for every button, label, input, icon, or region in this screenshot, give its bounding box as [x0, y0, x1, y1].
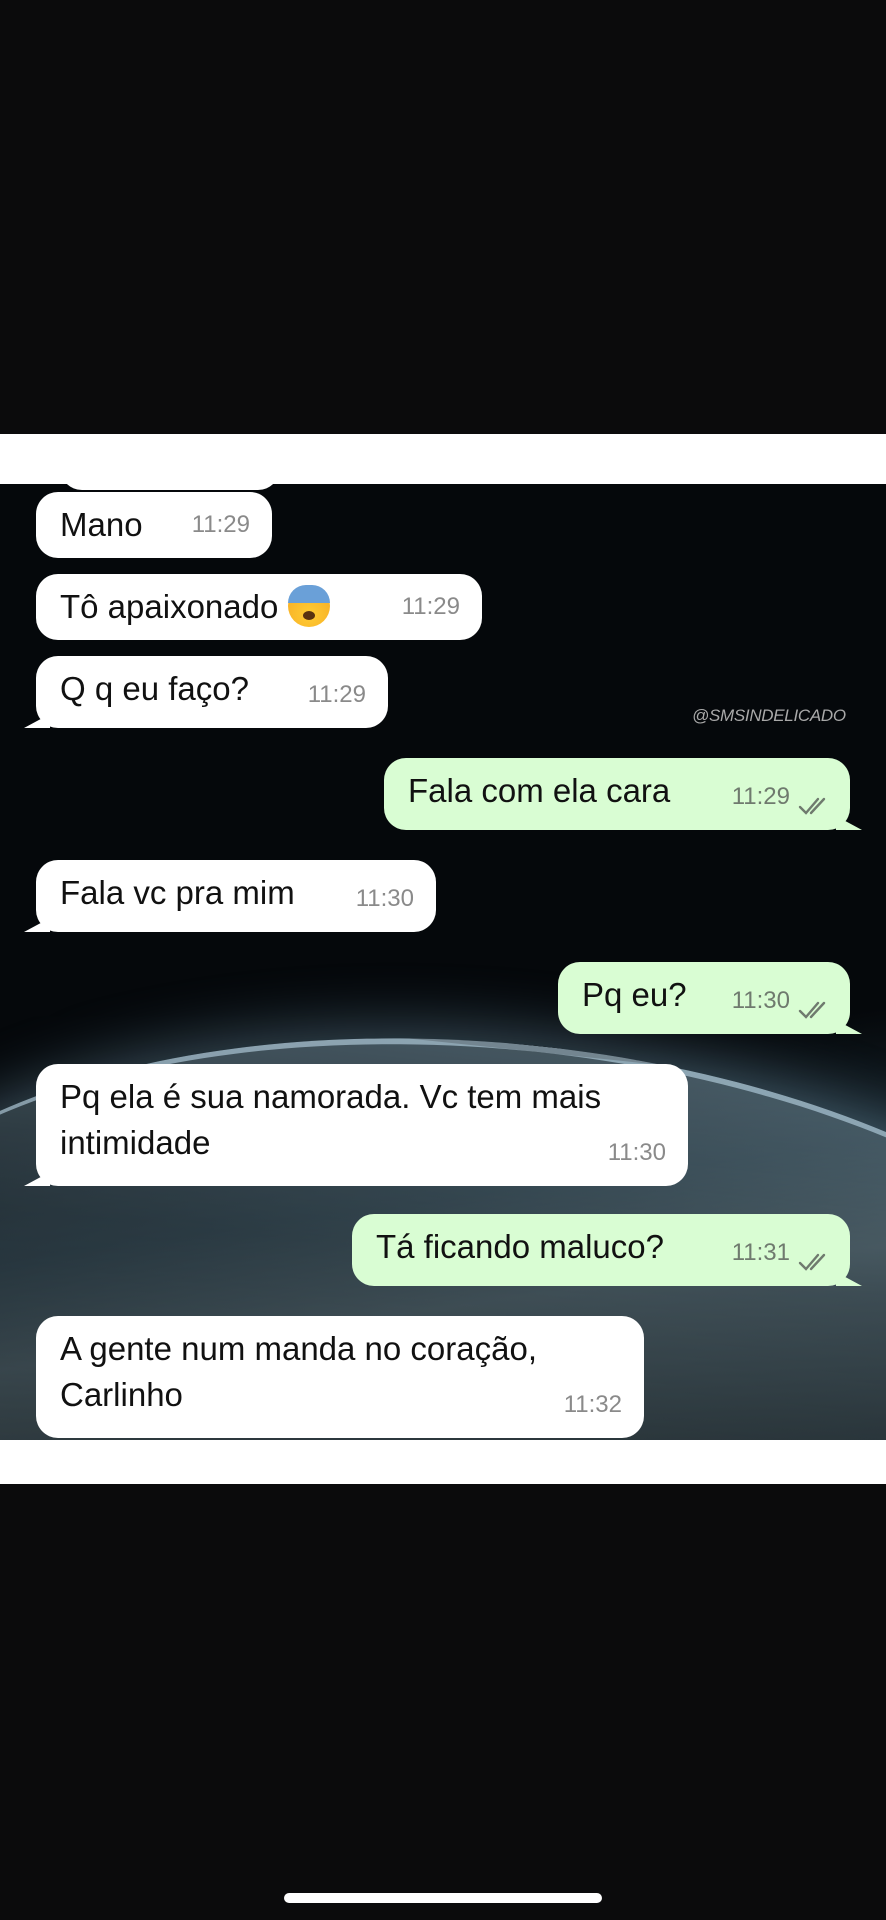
- chat-area[interactable]: @SMSINDELICADO Mano 11:29 Tô apaixonado …: [0, 484, 886, 1440]
- message-time: 11:32: [563, 1391, 622, 1418]
- white-border-top: [0, 434, 886, 484]
- message-bubble-outgoing[interactable]: Tá ficando maluco? 11:31: [352, 1214, 862, 1286]
- message-bubble-outgoing[interactable]: Pq eu? 11:30: [558, 962, 862, 1034]
- watermark: @SMSINDELICADO: [692, 706, 846, 725]
- message-time: 11:31: [731, 1239, 790, 1266]
- double-check-read-icon: [798, 797, 826, 815]
- message-text: Q q eu faço?: [60, 670, 249, 707]
- message-text: Fala vc pra mim: [60, 874, 295, 911]
- double-check-read-icon: [798, 1253, 826, 1271]
- message-time: 11:30: [731, 987, 790, 1014]
- partial-message-bubble: [60, 484, 280, 490]
- message-text: Tá ficando maluco?: [376, 1228, 664, 1265]
- message-text: Mano: [60, 506, 143, 543]
- message-bubble-incoming[interactable]: Q q eu faço? 11:29: [24, 656, 388, 728]
- message-bubble-incoming[interactable]: Fala vc pra mim 11:30: [24, 860, 436, 932]
- message-time: 11:29: [401, 593, 460, 620]
- message-text: Pq eu?: [582, 976, 687, 1013]
- message-text: Fala com ela cara: [408, 772, 671, 809]
- double-check-read-icon: [798, 1001, 826, 1019]
- message-text: A gente num manda no coração, Carlinho: [60, 1330, 537, 1413]
- message-bubble-incoming[interactable]: Pq ela é sua namorada. Vc tem mais intim…: [24, 1064, 688, 1186]
- message-time: 11:30: [607, 1139, 666, 1166]
- home-indicator[interactable]: [284, 1893, 602, 1903]
- message-text: Pq ela é sua namorada. Vc tem mais intim…: [60, 1078, 602, 1161]
- white-border-bottom: [0, 1440, 886, 1484]
- anxious-face-emoji-icon: [288, 585, 331, 628]
- message-time: 11:30: [355, 885, 414, 912]
- message-bubble-outgoing[interactable]: Fala com ela cara 11:29: [384, 758, 862, 830]
- message-time: 11:29: [191, 511, 250, 538]
- message-bubble-incoming[interactable]: Mano 11:29: [36, 492, 272, 558]
- message-time: 11:29: [307, 681, 366, 708]
- message-bubble-incoming[interactable]: A gente num manda no coração, Carlinho 1…: [36, 1316, 644, 1438]
- message-text: Tô apaixonado: [60, 588, 279, 625]
- message-bubble-incoming[interactable]: Tô apaixonado 11:29: [36, 574, 482, 640]
- message-time: 11:29: [731, 783, 790, 810]
